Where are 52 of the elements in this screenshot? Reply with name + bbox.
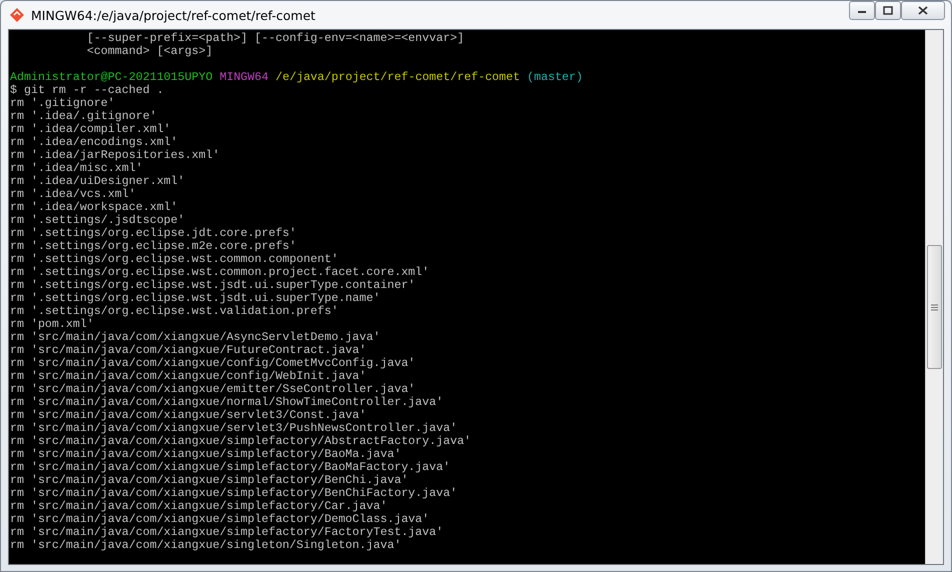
vertical-scrollbar[interactable] — [925, 30, 943, 564]
terminal-line: rm 'src/main/java/com/xiangxue/servlet3/Const.java' — [10, 409, 366, 422]
terminal-line: [--super-prefix=<path>] [--config-env=<name>=<envvar>] — [86, 32, 464, 45]
terminal-line: rm '.idea/workspace.xml' — [10, 201, 178, 214]
terminal-line: rm '.settings/org.eclipse.wst.jsdt.ui.superType.name' — [10, 292, 380, 305]
maximize-button[interactable] — [875, 1, 901, 20]
terminal-line: rm '.settings/org.eclipse.m2e.core.prefs' — [10, 240, 296, 253]
scrollbar-thumb[interactable] — [927, 245, 942, 369]
terminal-line: rm 'src/main/java/com/xiangxue/AsyncServletDemo.java' — [10, 331, 380, 344]
close-icon — [918, 6, 928, 15]
terminal-line: rm 'src/main/java/com/xiangxue/emitter/SseController.java' — [10, 383, 416, 396]
grip-icon — [931, 304, 938, 310]
terminal-line: rm 'src/main/java/com/xiangxue/simplefactory/DemoClass.java' — [10, 513, 430, 526]
terminal-line: rm '.idea/uiDesigner.xml' — [10, 175, 185, 188]
prompt-user: Administrator@PC-20211015UPYO — [10, 71, 213, 84]
terminal-line: rm '.gitignore' — [10, 97, 115, 110]
terminal-line: rm 'src/main/java/com/xiangxue/simplefactory/Car.java' — [10, 500, 388, 513]
terminal-line: rm 'src/main/java/com/xiangxue/simplefactory/FactoryTest.java' — [10, 526, 444, 539]
prompt-branch: (master) — [527, 71, 583, 84]
diamond-logo-icon — [9, 7, 25, 23]
terminal-line: rm 'src/main/java/com/xiangxue/singleton/Singleton.java' — [10, 539, 402, 552]
terminal-line: rm '.idea/misc.xml' — [10, 162, 143, 175]
terminal-line: rm '.settings/org.eclipse.wst.common.project.facet.core.xml' — [10, 266, 430, 279]
terminal-line: rm 'src/main/java/com/xiangxue/simplefactory/BenChi.java' — [10, 474, 408, 487]
terminal-line: rm '.idea/.gitignore' — [10, 110, 157, 123]
terminal-line: rm 'src/main/java/com/xiangxue/servlet3/PushNewsController.java' — [10, 422, 458, 435]
terminal-line: rm 'src/main/java/com/xiangxue/simplefactory/AbstractFactory.java' — [10, 435, 472, 448]
window-title: MINGW64:/e/java/project/ref-comet/ref-comet — [31, 8, 316, 22]
prompt-shell: MINGW64 — [220, 71, 268, 84]
terminal-line: rm '.idea/vcs.xml' — [10, 188, 136, 201]
terminal-line: rm '.settings/org.eclipse.wst.common.component' — [10, 253, 338, 266]
terminal-line: $ git rm -r --cached . — [10, 84, 164, 97]
minimize-button[interactable] — [849, 1, 875, 20]
terminal-line: rm 'src/main/java/com/xiangxue/config/CometMvcConfig.java' — [10, 357, 416, 370]
close-button[interactable] — [901, 1, 945, 20]
terminal-line: rm 'src/main/java/com/xiangxue/simplefactory/BaoMa.java' — [10, 448, 402, 461]
terminal-line: rm 'src/main/java/com/xiangxue/FutureContract.java' — [10, 344, 366, 357]
terminal-line: rm '.settings/org.eclipse.wst.validation.prefs' — [10, 305, 338, 318]
terminal-line: rm 'pom.xml' — [10, 318, 94, 331]
terminal-line: rm '.idea/jarRepositories.xml' — [10, 149, 220, 162]
terminal-line: <command> [<args>] — [86, 45, 213, 58]
terminal-line: rm 'src/main/java/com/xiangxue/simplefactory/BaoMaFactory.java' — [10, 461, 450, 474]
terminal-line: rm 'src/main/java/com/xiangxue/normal/ShowTimeController.java' — [10, 396, 444, 409]
terminal-line: rm '.idea/encodings.xml' — [10, 136, 178, 149]
terminal-line: rm 'src/main/java/com/xiangxue/config/WebInit.java' — [10, 370, 366, 383]
terminal-line: rm '.settings/org.eclipse.jdt.core.prefs' — [10, 227, 296, 240]
prompt-path: /e/java/project/ref-comet/ref-comet — [276, 71, 520, 84]
terminal-line: rm '.settings/.jsdtscope' — [10, 214, 185, 227]
terminal-line: rm 'src/main/java/com/xiangxue/simplefactory/BenChiFactory.java' — [10, 487, 458, 500]
terminal-line: rm '.idea/compiler.xml' — [10, 123, 171, 136]
maximize-icon — [883, 6, 893, 15]
terminal-line: rm '.settings/org.eclipse.wst.jsdt.ui.superType.container' — [10, 279, 416, 292]
